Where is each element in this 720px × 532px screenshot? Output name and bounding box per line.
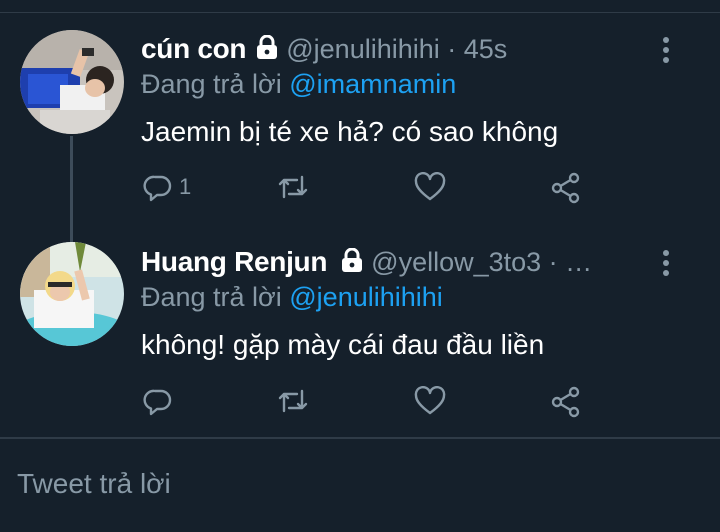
composer-divider xyxy=(0,437,720,439)
lock-icon xyxy=(341,247,363,277)
tweet-header: Huang Renjun @yellow_3to3 · … xyxy=(141,244,592,280)
username-handle[interactable]: @jenulihihihi · 45s xyxy=(286,34,507,65)
heart-icon xyxy=(414,386,446,415)
replying-to: Đang trả lời @jenulihihihi xyxy=(141,282,443,313)
more-options-icon[interactable] xyxy=(659,37,673,67)
username-handle[interactable]: @yellow_3to3 · … xyxy=(371,247,592,278)
tweet-text: Jaemin bị té xe hả? có sao không xyxy=(141,116,559,147)
tweet-actions xyxy=(0,386,720,426)
replying-prefix: Đang trả lời xyxy=(141,282,290,312)
tweet-2[interactable]: Huang Renjun @yellow_3to3 · … Đang trả l… xyxy=(0,240,720,436)
lock-icon xyxy=(256,34,278,64)
share-icon xyxy=(551,386,580,418)
avatar[interactable] xyxy=(20,242,124,346)
tweet-1[interactable]: cún con @jenulihihihi · 45s Đang trả lời… xyxy=(0,0,720,242)
share-button[interactable] xyxy=(550,172,582,204)
replying-to: Đang trả lời @imamnamin xyxy=(141,69,456,100)
tweet-text: không! gặp mày cái đau đầu liền xyxy=(141,329,545,360)
more-options-icon[interactable] xyxy=(659,250,673,280)
reply-button[interactable] xyxy=(143,386,179,416)
like-button[interactable] xyxy=(414,172,446,202)
retweet-button[interactable] xyxy=(276,172,310,202)
display-name[interactable]: cún con xyxy=(141,33,247,65)
like-button[interactable] xyxy=(414,386,446,416)
share-icon xyxy=(551,172,580,204)
reply-count: 1 xyxy=(179,174,192,199)
retweet-icon xyxy=(278,389,308,413)
tweet-actions: 1 xyxy=(0,172,720,212)
mention-link[interactable]: @jenulihihihi xyxy=(289,282,443,312)
mention-link[interactable]: @imamnamin xyxy=(289,69,456,99)
reply-icon xyxy=(143,175,172,202)
retweet-icon xyxy=(278,175,308,199)
share-button[interactable] xyxy=(550,386,582,418)
avatar[interactable] xyxy=(20,30,124,134)
retweet-button[interactable] xyxy=(276,386,310,416)
display-name[interactable]: Huang Renjun xyxy=(141,246,327,278)
reply-input[interactable]: Tweet trả lời xyxy=(17,468,171,500)
replying-prefix: Đang trả lời xyxy=(141,69,290,99)
reply-button[interactable]: 1 xyxy=(143,172,191,202)
heart-icon xyxy=(414,172,446,201)
reply-icon xyxy=(143,389,172,416)
tweet-header: cún con @jenulihihihi · 45s xyxy=(141,31,507,67)
